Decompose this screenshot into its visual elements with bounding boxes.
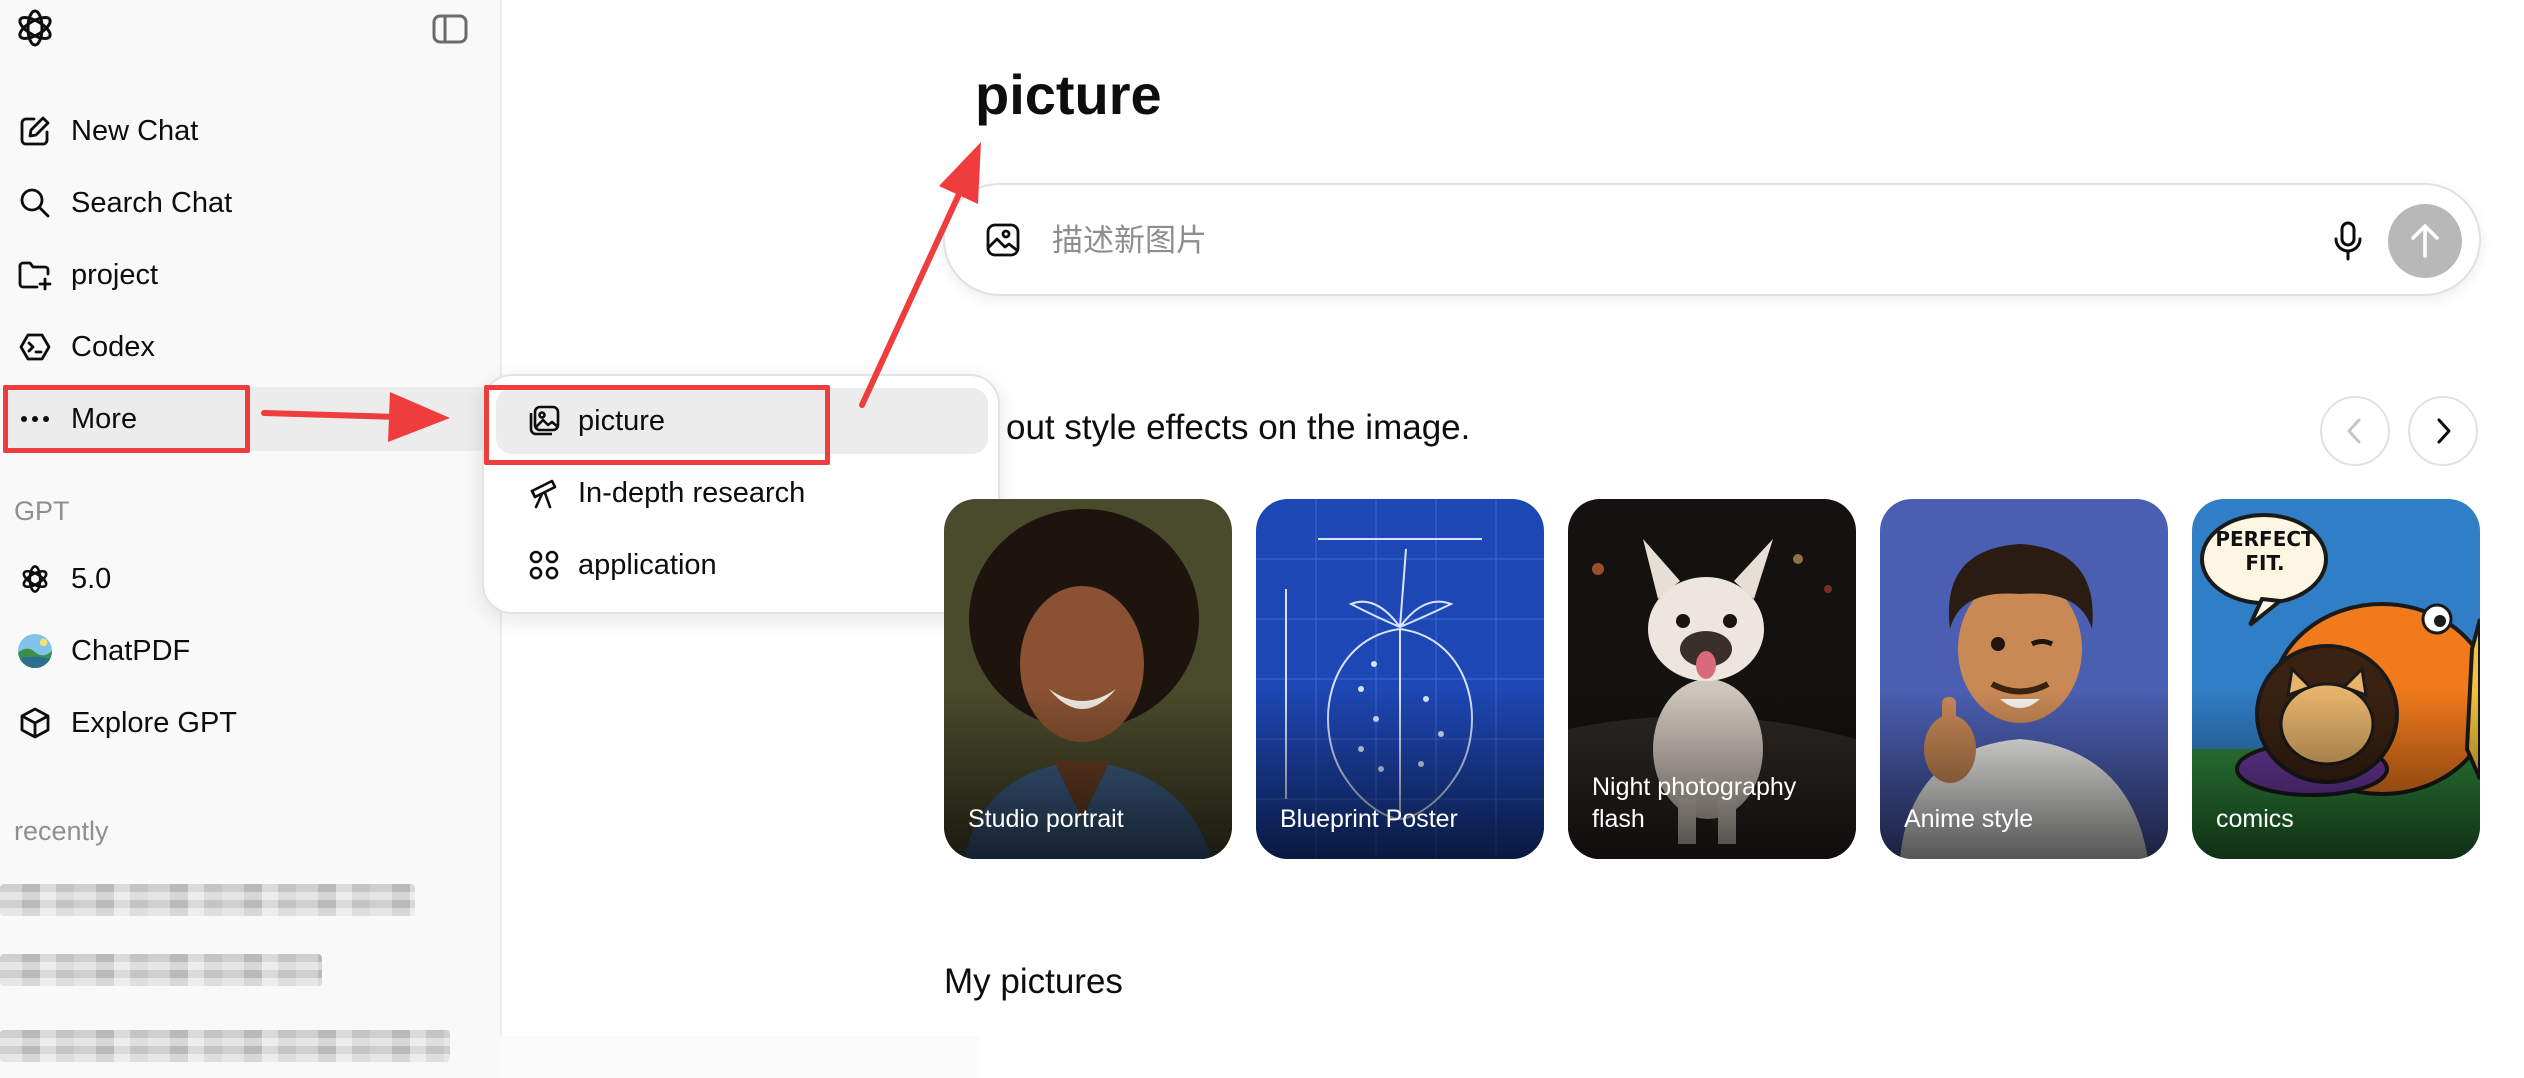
cube-icon xyxy=(17,705,53,741)
page-title: picture xyxy=(975,63,1162,126)
style-card-blueprint-poster[interactable]: Blueprint Poster xyxy=(1256,499,1544,859)
style-card-night-photography-flash[interactable]: Night photography flash xyxy=(1568,499,1856,859)
card-label: Blueprint Poster xyxy=(1280,805,1458,833)
recent-chat-item-blurred[interactable] xyxy=(0,1030,450,1062)
carousel-prev-button[interactable] xyxy=(2320,396,2390,466)
sidebar-item-gpt-5[interactable]: 5.0 xyxy=(5,547,490,611)
openai-logo-icon xyxy=(17,561,53,597)
recent-chat-item-blurred[interactable] xyxy=(0,954,322,986)
arrow-up-icon xyxy=(2411,224,2439,258)
image-prompt-composer xyxy=(943,183,2481,296)
sidebar-item-label: project xyxy=(71,258,159,291)
sidebar-item-chatpdf[interactable]: ChatPDF xyxy=(5,619,490,683)
my-pictures-title: My pictures xyxy=(944,962,1123,1001)
styles-heading: out style effects on the image. xyxy=(1006,408,1471,447)
menu-item-label: In-depth research xyxy=(578,476,806,509)
sidebar-item-label: 5.0 xyxy=(71,562,112,595)
sidebar-toggle-icon[interactable] xyxy=(431,12,469,46)
card-label: Studio portrait xyxy=(968,805,1124,833)
image-prompt-input[interactable] xyxy=(1050,215,2234,267)
annotation-box-picture xyxy=(484,385,830,465)
chevron-right-icon xyxy=(2437,418,2451,444)
sidebar-item-search-chat[interactable]: Search Chat xyxy=(5,171,490,235)
microphone-icon[interactable] xyxy=(2328,219,2368,263)
sidebar-item-codex[interactable]: Codex xyxy=(5,315,490,379)
menu-item-label: application xyxy=(578,548,717,581)
codex-icon xyxy=(17,329,53,365)
folder-plus-icon xyxy=(17,257,53,293)
sidebar-item-new-chat[interactable]: New Chat xyxy=(5,99,490,163)
menu-item-in-depth-research[interactable]: In-depth research xyxy=(496,460,988,526)
sidebar-item-project[interactable]: project xyxy=(5,243,490,307)
sidebar-item-label: Search Chat xyxy=(71,186,233,219)
sidebar-item-label: New Chat xyxy=(71,114,199,147)
search-icon xyxy=(17,185,53,221)
annotation-box-more xyxy=(3,385,250,453)
telescope-icon xyxy=(526,475,562,511)
carousel-next-button[interactable] xyxy=(2408,396,2478,466)
grid-apps-icon xyxy=(526,547,562,583)
style-card-comics[interactable]: PERFECT FIT. comics xyxy=(2192,499,2480,859)
sidebar-item-label: Codex xyxy=(71,330,155,363)
sidebar: New Chat Search Chat project Codex More … xyxy=(0,0,502,1078)
gpt-section-label: GPT xyxy=(14,496,70,526)
style-card-studio-portrait[interactable]: Studio portrait xyxy=(944,499,1232,859)
sidebar-item-label: Explore GPT xyxy=(71,706,237,739)
card-label: comics xyxy=(2216,805,2294,833)
edit-icon xyxy=(17,113,53,149)
card-label: Anime style xyxy=(1904,805,2034,833)
chatpdf-avatar xyxy=(17,633,53,669)
recent-chat-item-blurred[interactable] xyxy=(0,884,415,916)
recent-section-label: recently xyxy=(14,816,109,846)
comic-speech-bubble-text: PERFECT FIT. xyxy=(2215,527,2315,575)
image-icon[interactable] xyxy=(984,221,1022,259)
style-card-anime-style[interactable]: Anime style xyxy=(1880,499,2168,859)
sidebar-footer-fade xyxy=(500,1036,980,1078)
sidebar-item-label: ChatPDF xyxy=(71,634,191,667)
send-button[interactable] xyxy=(2388,204,2462,278)
sidebar-item-explore-gpt[interactable]: Explore GPT xyxy=(5,691,490,755)
menu-item-application[interactable]: application xyxy=(496,532,988,598)
chevron-left-icon xyxy=(2347,418,2361,444)
openai-logo-icon[interactable] xyxy=(12,5,58,51)
card-label: Night photography flash xyxy=(1592,773,1797,833)
